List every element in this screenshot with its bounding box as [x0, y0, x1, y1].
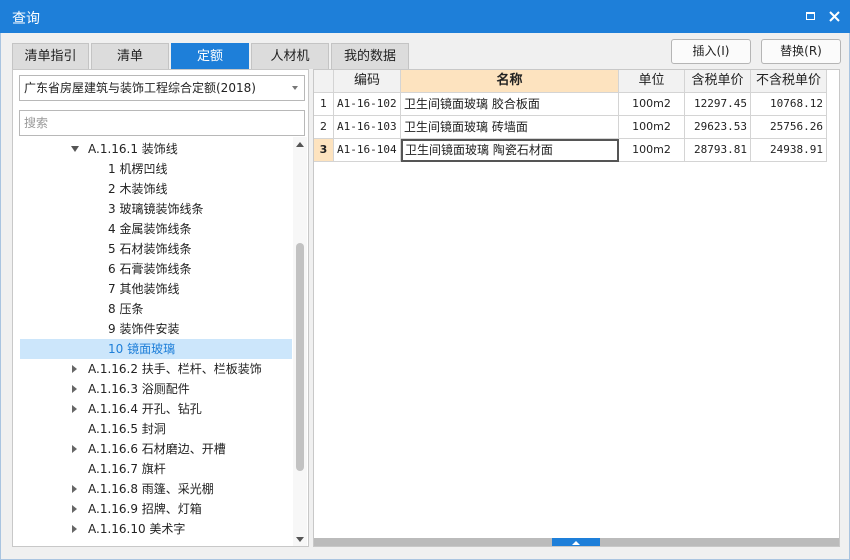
tree-node-label: 10 镜面玻璃	[108, 342, 176, 356]
column-header-code[interactable]: 编码	[334, 70, 401, 93]
quota-library-select[interactable]: 广东省房屋建筑与装饰工程综合定额(2018)	[19, 75, 305, 101]
collapse-arrow-icon[interactable]	[72, 525, 77, 533]
tree-node[interactable]: 6 石膏装饰线条	[20, 259, 292, 279]
dialog-body: 清单指引 清单 定额 人材机 我的数据 插入(I) 替换(R) 广东省房屋建筑与…	[0, 33, 850, 560]
tree-node-label: 8 压条	[108, 302, 144, 316]
tree-node-label: 7 其他装饰线	[108, 282, 180, 296]
tree-node-label: A.1.16.9 招牌、灯箱	[88, 502, 202, 516]
tree-node-label: A.1.16.2 扶手、栏杆、栏板装饰	[88, 362, 262, 376]
tree-node[interactable]: 4 金属装饰线条	[20, 219, 292, 239]
collapse-arrow-icon[interactable]	[72, 445, 77, 453]
left-panel: 广东省房屋建筑与装饰工程综合定额(2018) A.1.16.1 装饰线 1 机楞…	[12, 69, 309, 547]
search-input[interactable]	[19, 110, 305, 136]
tree-node-label: A.1.16.10 美术字	[88, 522, 186, 536]
cell-tax-price[interactable]: 28793.81	[685, 139, 751, 162]
collapse-arrow-icon[interactable]	[72, 405, 77, 413]
cell-tax-price[interactable]: 12297.45	[685, 93, 751, 116]
tree-node-label: A.1.16.5 封洞	[88, 422, 166, 436]
column-header-tax-price[interactable]: 含税单价	[685, 70, 751, 93]
tree-node[interactable]: 1 机楞凹线	[20, 159, 292, 179]
tree-node[interactable]: A.1.16.1 装饰线	[20, 139, 292, 159]
tree-node[interactable]: 9 装饰件安装	[20, 319, 292, 339]
tree-node[interactable]: 2 木装饰线	[20, 179, 292, 199]
scroll-down-icon[interactable]	[296, 537, 304, 542]
tab-bill[interactable]: 清单	[91, 43, 169, 69]
tree-node[interactable]: 7 其他装饰线	[20, 279, 292, 299]
window-title: 查询	[12, 11, 40, 27]
cell-code[interactable]: A1-16-104	[334, 139, 401, 162]
row-number[interactable]: 1	[314, 93, 334, 116]
tree-node[interactable]: A.1.16.7 旗杆	[20, 459, 292, 479]
tree-node-label: 2 木装饰线	[108, 182, 168, 196]
column-header-name[interactable]: 名称	[401, 70, 619, 93]
tree-node-label: A.1.16.8 雨篷、采光棚	[88, 482, 214, 496]
tree-node-label: A.1.16.6 石材磨边、开槽	[88, 442, 226, 456]
tree-node-label: 3 玻璃镜装饰线条	[108, 202, 204, 216]
chevron-up-icon[interactable]	[572, 541, 580, 545]
quota-tree: A.1.16.1 装饰线 1 机楞凹线 2 木装饰线 3 玻璃镜装饰线条 4 金…	[13, 137, 292, 546]
tree-node-label: 6 石膏装饰线条	[108, 262, 192, 276]
cell-notax-price[interactable]: 24938.91	[751, 139, 827, 162]
results-panel: 编码 名称 单位 含税单价 不含税单价 1 A1-16-102 卫生间镜面玻璃 …	[313, 69, 840, 547]
title-bar: 查询	[0, 0, 850, 33]
tree-node-label: 4 金属装饰线条	[108, 222, 192, 236]
maximize-icon[interactable]	[802, 8, 818, 24]
tree-node[interactable]: A.1.16.3 浴厕配件	[20, 379, 292, 399]
cell-name[interactable]: 卫生间镜面玻璃 胶合板面	[401, 93, 619, 116]
tree-node[interactable]: A.1.16.5 封洞	[20, 419, 292, 439]
tree-node[interactable]: A.1.16.4 开孔、钻孔	[20, 399, 292, 419]
splitter-handle[interactable]	[552, 538, 600, 546]
expand-arrow-icon[interactable]	[71, 146, 79, 152]
cell-name-focused[interactable]: 卫生间镜面玻璃 陶瓷石材面	[401, 139, 619, 162]
tree-node-label: 1 机楞凹线	[108, 162, 168, 176]
quota-library-value: 广东省房屋建筑与装饰工程综合定额(2018)	[24, 81, 256, 95]
collapse-arrow-icon[interactable]	[72, 365, 77, 373]
row-number-header	[314, 70, 334, 93]
tree-node[interactable]: A.1.16.6 石材磨边、开槽	[20, 439, 292, 459]
cell-notax-price[interactable]: 25756.26	[751, 116, 827, 139]
row-number-active[interactable]: 3	[314, 139, 334, 162]
cell-code[interactable]: A1-16-102	[334, 93, 401, 116]
tree-node-label: 9 装饰件安装	[108, 322, 180, 336]
insert-button[interactable]: 插入(I)	[671, 39, 751, 64]
column-header-notax-price[interactable]: 不含税单价	[751, 70, 827, 93]
tab-bill-guide[interactable]: 清单指引	[12, 43, 89, 69]
tree-scrollbar[interactable]	[293, 137, 307, 546]
row-number[interactable]: 2	[314, 116, 334, 139]
cell-unit[interactable]: 100m2	[619, 93, 685, 116]
cell-name[interactable]: 卫生间镜面玻璃 砖墙面	[401, 116, 619, 139]
tree-node-label: A.1.16.7 旗杆	[88, 462, 166, 476]
tab-my-data[interactable]: 我的数据	[331, 43, 409, 69]
scroll-thumb[interactable]	[296, 243, 304, 471]
tree-node[interactable]: A.1.16.2 扶手、栏杆、栏板装饰	[20, 359, 292, 379]
cell-notax-price[interactable]: 10768.12	[751, 93, 827, 116]
column-header-unit[interactable]: 单位	[619, 70, 685, 93]
tree-node-selected[interactable]: 10 镜面玻璃	[20, 339, 292, 359]
tree-node[interactable]: 3 玻璃镜装饰线条	[20, 199, 292, 219]
cell-tax-price[interactable]: 29623.53	[685, 116, 751, 139]
replace-button[interactable]: 替换(R)	[761, 39, 841, 64]
collapse-arrow-icon[interactable]	[72, 485, 77, 493]
tree-node-label: 5 石材装饰线条	[108, 242, 192, 256]
collapse-arrow-icon[interactable]	[72, 385, 77, 393]
tab-labor-material-machine[interactable]: 人材机	[251, 43, 329, 69]
scroll-up-icon[interactable]	[296, 142, 304, 147]
collapse-arrow-icon[interactable]	[72, 505, 77, 513]
cell-unit[interactable]: 100m2	[619, 116, 685, 139]
tree-node[interactable]: A.1.16.8 雨篷、采光棚	[20, 479, 292, 499]
close-icon[interactable]	[826, 8, 842, 24]
tree-node[interactable]: A.1.16.9 招牌、灯箱	[20, 499, 292, 519]
cell-unit[interactable]: 100m2	[619, 139, 685, 162]
tree-node[interactable]: 8 压条	[20, 299, 292, 319]
tree-node-label: A.1.16.1 装饰线	[88, 142, 178, 156]
chevron-down-icon	[292, 86, 298, 90]
tree-node[interactable]: A.1.16.10 美术字	[20, 519, 292, 539]
tree-node[interactable]: 5 石材装饰线条	[20, 239, 292, 259]
tree-node-label: A.1.16.4 开孔、钻孔	[88, 402, 202, 416]
tree-node-label: A.1.16.3 浴厕配件	[88, 382, 190, 396]
tab-quota[interactable]: 定额	[171, 43, 249, 69]
cell-code[interactable]: A1-16-103	[334, 116, 401, 139]
